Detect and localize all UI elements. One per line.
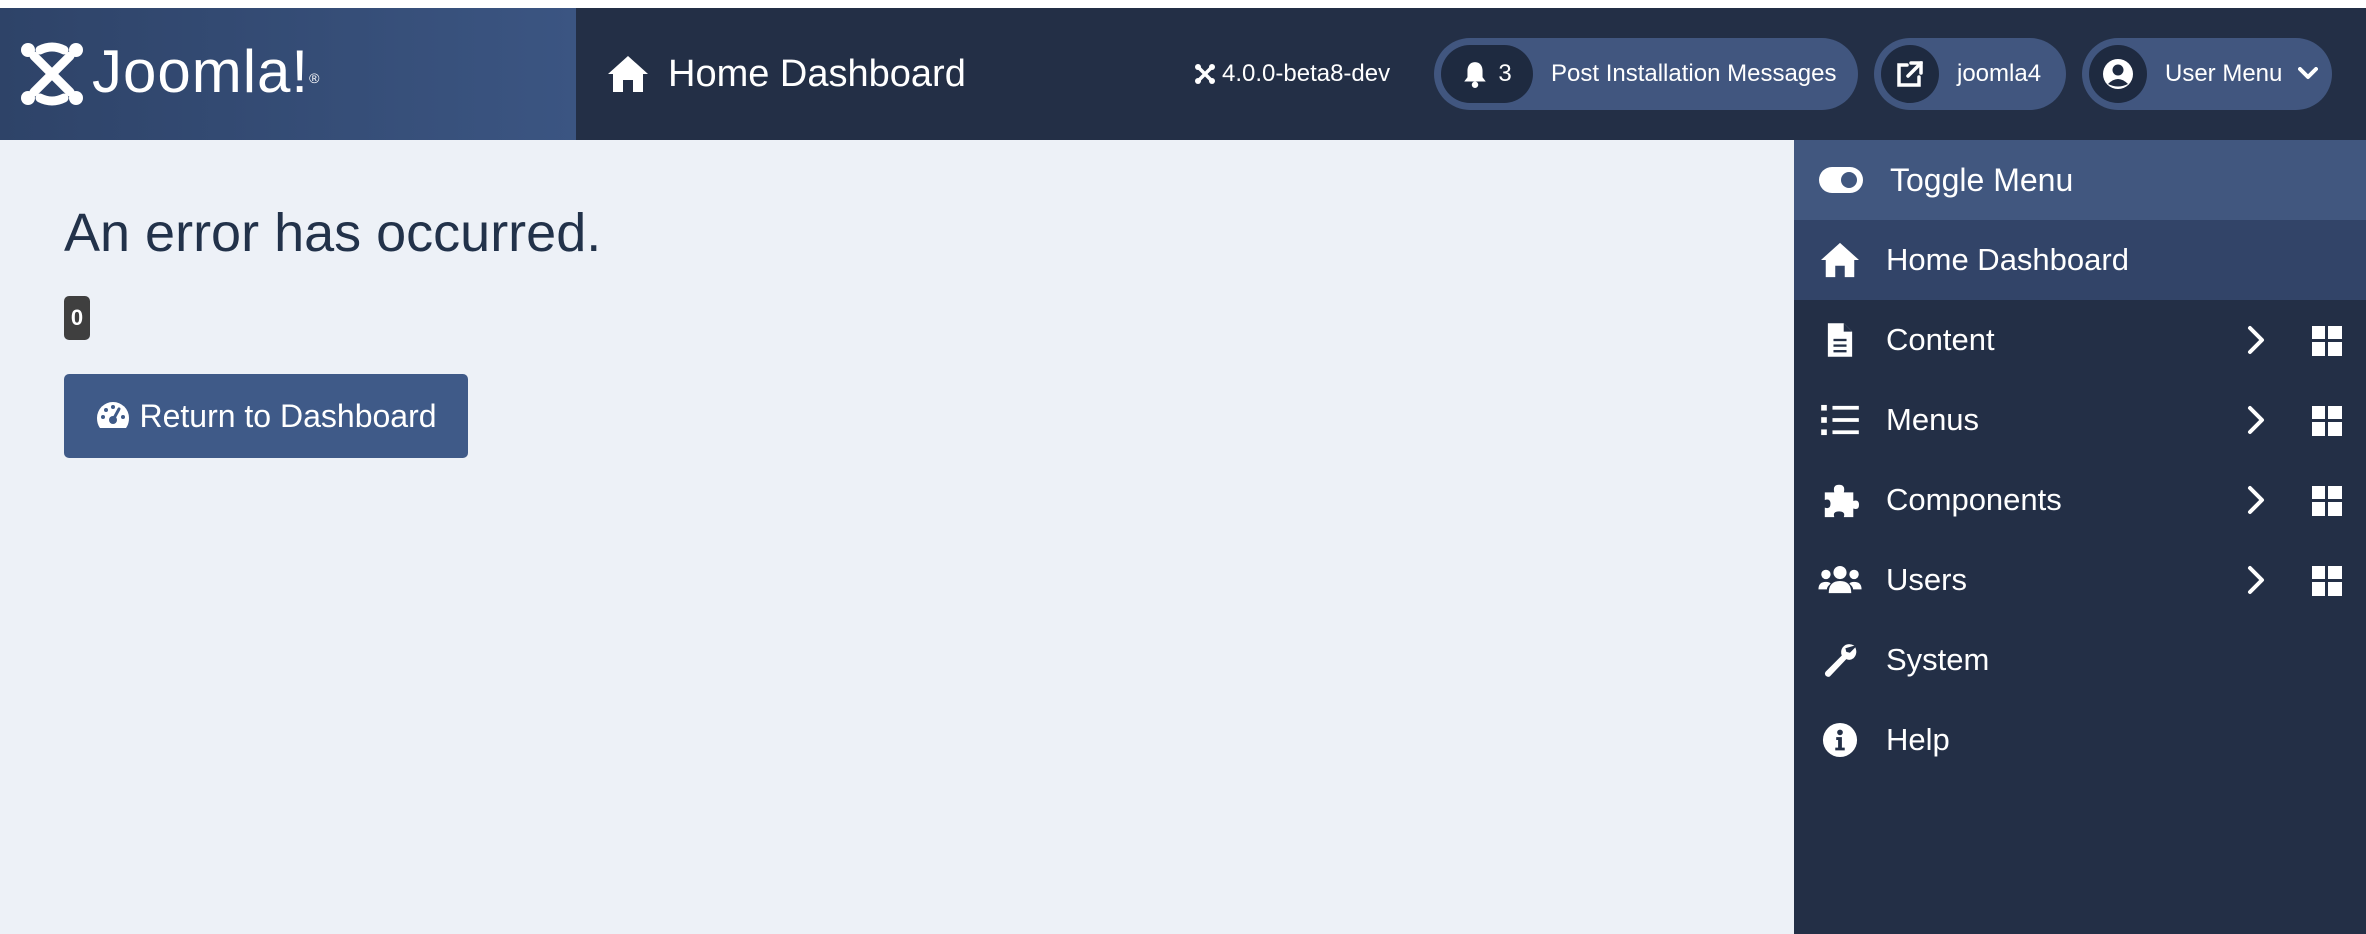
sidebar-item-label: Components: [1886, 482, 2062, 517]
site-link-label: joomla4: [1957, 60, 2042, 87]
chevron-right-icon[interactable]: [2240, 564, 2272, 596]
external-link-icon: [1897, 61, 1923, 87]
info-icon: [1822, 722, 1858, 758]
page-title: Home Dashboard: [606, 8, 966, 140]
error-title: An error has occurred.: [64, 203, 602, 263]
top-border: [0, 0, 2366, 8]
sidebar-menu: Toggle Menu Home Dashboard Content Menus…: [1794, 140, 2366, 934]
list-icon: [1821, 404, 1859, 436]
notification-count: 3: [1498, 60, 1512, 87]
page-title-text: Home Dashboard: [668, 52, 966, 95]
chevron-right-icon[interactable]: [2240, 484, 2272, 516]
sidebar-item-system[interactable]: System: [1794, 620, 2366, 700]
notification-badge: 3: [1441, 45, 1533, 103]
site-link-button[interactable]: joomla4: [1874, 38, 2066, 110]
post-installation-messages-button[interactable]: 3 Post Installation Messages: [1434, 38, 1858, 110]
user-menu-button[interactable]: User Menu: [2082, 38, 2332, 110]
users-icon: [1818, 565, 1862, 594]
header-bar: Joomla!® Home Dashboard 4.0.0-beta8-dev …: [0, 8, 2366, 140]
dashboard-grid-icon[interactable]: [2312, 566, 2342, 596]
sidebar-item-users[interactable]: Users: [1794, 540, 2366, 620]
sidebar-item-content[interactable]: Content: [1794, 300, 2366, 380]
home-icon: [608, 56, 648, 92]
sidebar-item-label: Users: [1886, 562, 1967, 597]
version-text: 4.0.0-beta8-dev: [1222, 60, 1391, 87]
sidebar-item-help[interactable]: Help: [1794, 700, 2366, 780]
user-avatar: [2089, 45, 2147, 103]
return-button-label: Return to Dashboard: [139, 397, 437, 434]
logo[interactable]: Joomla!®: [0, 8, 576, 140]
external-link-badge: [1881, 45, 1939, 103]
chevron-down-icon: [2298, 67, 2319, 79]
joomla-logo-icon: [21, 42, 83, 106]
puzzle-icon: [1824, 484, 1859, 518]
sidebar-item-label: Menus: [1886, 402, 1980, 437]
sidebar-item-label: System: [1886, 642, 1990, 677]
sidebar-item-label: Content: [1886, 322, 1995, 357]
version-label: 4.0.0-beta8-dev: [1194, 8, 1390, 140]
dashboard-grid-icon[interactable]: [2312, 406, 2342, 436]
dashboard-gauge-icon: [97, 402, 130, 428]
joomla-small-icon: [1195, 64, 1215, 84]
logo-text: Joomla!®: [92, 38, 321, 105]
toggle-menu-button[interactable]: Toggle Menu: [1794, 140, 2366, 220]
return-to-dashboard-button[interactable]: Return to Dashboard: [64, 374, 468, 458]
chevron-right-icon[interactable]: [2240, 404, 2272, 436]
sidebar-item-home-dashboard[interactable]: Home Dashboard: [1794, 220, 2366, 300]
chevron-right-icon[interactable]: [2240, 324, 2272, 356]
bell-icon: [1464, 62, 1487, 88]
main-content: An error has occurred. 0 Return to Dashb…: [0, 140, 1794, 934]
dashboard-grid-icon[interactable]: [2312, 326, 2342, 356]
sidebar-item-menus[interactable]: Menus: [1794, 380, 2366, 460]
sidebar-item-label: Help: [1886, 722, 1950, 757]
user-circle-icon: [2103, 59, 2133, 89]
post-installation-label: Post Installation Messages: [1551, 60, 1837, 87]
sidebar-item-components[interactable]: Components: [1794, 460, 2366, 540]
dashboard-grid-icon[interactable]: [2312, 486, 2342, 516]
error-code-badge: 0: [64, 296, 90, 340]
toggle-menu-label: Toggle Menu: [1890, 161, 2074, 198]
toggle-icon: [1819, 167, 1863, 193]
user-menu-label: User Menu: [2165, 60, 2283, 87]
home-icon: [1821, 242, 1859, 278]
sidebar-item-label: Home Dashboard: [1886, 242, 2129, 277]
file-icon: [1827, 323, 1853, 357]
wrench-icon: [1824, 644, 1857, 677]
